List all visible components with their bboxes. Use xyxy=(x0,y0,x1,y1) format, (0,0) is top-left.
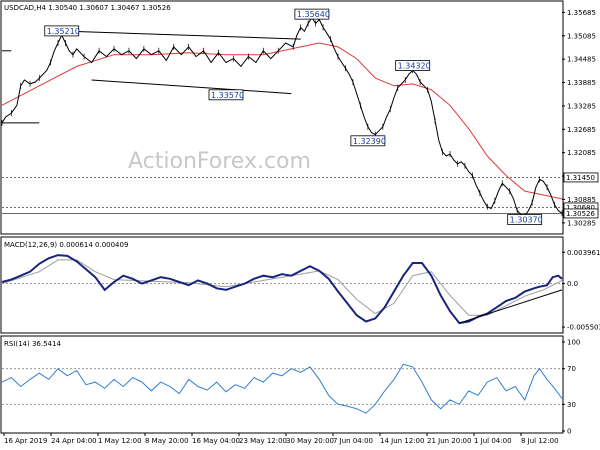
annotation-label: 1.35210 xyxy=(47,27,80,36)
time-tick-label: 16 May 04:00 xyxy=(192,437,240,445)
time-tick-label: 16 Apr 2019 xyxy=(4,437,47,445)
time-tick-label: 8 Jul 12:00 xyxy=(521,437,559,445)
annotation-label: 1.33570 xyxy=(211,91,244,100)
price-tick-label: 1.35685 xyxy=(567,9,596,17)
time-tick-label: 23 May 12:00 xyxy=(239,437,287,445)
level-tag-label: 1.31450 xyxy=(566,174,595,182)
price-tick-label: 1.30285 xyxy=(567,219,596,227)
level-tag-label: 1.30526 xyxy=(566,210,595,218)
annotation-label: 1.30370 xyxy=(510,216,543,225)
price-tick-label: 1.32685 xyxy=(567,126,596,134)
annotation-label: 1.32390 xyxy=(353,137,386,146)
time-tick-label: 14 Jun 12:00 xyxy=(380,437,424,445)
macd-tick-label: 0.003961 xyxy=(567,249,600,257)
price-tick-label: 1.33885 xyxy=(567,79,596,87)
symbol-header: USDCAD,H4 1.30540 1.30607 1.30467 1.3052… xyxy=(4,4,171,12)
annotation-label: 1.35640 xyxy=(297,10,330,19)
time-tick-label: 21 Jun 20:00 xyxy=(427,437,471,445)
price-tick-label: 1.34485 xyxy=(567,56,596,64)
price-tick-label: 1.35085 xyxy=(567,32,596,40)
rsi-header: RSI(14) 36.5414 xyxy=(4,340,61,348)
usdcad-chart: ActionForex.com USDCAD,H4 1.30540 1.3060… xyxy=(0,0,600,450)
macd-header: MACD(12,26,9) 0.000614 0.000409 xyxy=(4,241,128,249)
macd-tick-label: 0.0 xyxy=(567,280,578,288)
time-tick-label: 1 May 12:00 xyxy=(98,437,142,445)
time-tick-label: 30 May 20:00 xyxy=(286,437,334,445)
rsi-tick-label: 100 xyxy=(567,339,580,347)
rsi-tick-label: 70 xyxy=(567,365,576,373)
time-tick-label: 7 Jun 04:00 xyxy=(333,437,373,445)
rsi-tick-label: 30 xyxy=(567,401,576,409)
rsi-tick-label: 0 xyxy=(567,428,571,436)
time-tick-label: 1 Jul 04:00 xyxy=(474,437,512,445)
time-tick-label: 24 Apr 04:00 xyxy=(51,437,97,445)
macd-tick-label: -0.005503 xyxy=(567,324,600,332)
price-tick-label: 1.33285 xyxy=(567,102,596,110)
chart-background xyxy=(0,0,600,450)
time-tick-label: 8 May 20:00 xyxy=(145,437,189,445)
annotation-label: 1.34320 xyxy=(398,62,431,71)
price-tick-label: 1.32085 xyxy=(567,149,596,157)
watermark: ActionForex.com xyxy=(128,149,311,174)
